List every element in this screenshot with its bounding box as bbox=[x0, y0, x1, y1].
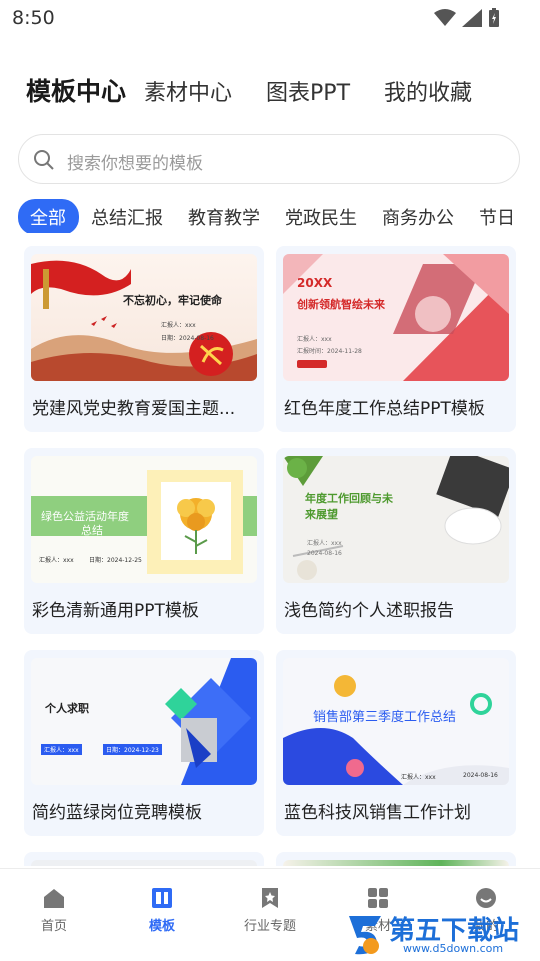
smile-icon bbox=[476, 888, 496, 908]
template-thumbnail bbox=[283, 860, 509, 866]
thumb-date: 日期：2024-08-16 bbox=[161, 335, 214, 342]
bottom-nav-label: 行业专题 bbox=[243, 919, 296, 934]
tab-chart-ppt[interactable]: 图表PPT bbox=[266, 75, 350, 107]
category-business[interactable]: 商务办公 bbox=[370, 199, 467, 233]
template-title: 蓝色科技风销售工作计划 bbox=[284, 803, 471, 823]
category-summary[interactable]: 总结汇报 bbox=[79, 199, 176, 233]
wifi-icon bbox=[434, 9, 456, 26]
template-card[interactable]: 销售部第三季度工作总结 汇报人：xxx 2024-08-16 蓝色科技风销售工作… bbox=[276, 650, 516, 836]
thumb-year: 20XX bbox=[297, 276, 333, 290]
tab-template-center[interactable]: 模板中心 bbox=[26, 72, 126, 108]
template-title: 简约蓝绿岗位竞聘模板 bbox=[32, 803, 202, 823]
template-thumbnail: 个人求职 汇报人：xxx 日期：2024-12-23 bbox=[31, 658, 257, 785]
template-title: 党建风党史教育爱国主题... bbox=[32, 399, 236, 419]
blue-green-geometric-illustration bbox=[165, 658, 257, 785]
template-title: 彩色清新通用PPT模板 bbox=[32, 601, 199, 621]
bottom-nav-template[interactable]: 模板 bbox=[122, 887, 202, 934]
template-thumbnail bbox=[31, 860, 257, 866]
search-icon bbox=[34, 150, 54, 170]
template-card[interactable]: 年度工作回顾与未 来展望 汇报人：xxx 2024-08-16 浅色简约个人述职… bbox=[276, 448, 516, 634]
signal-icon bbox=[462, 9, 482, 27]
status-icons bbox=[434, 8, 500, 28]
template-thumbnail: 绿色公益活动年度 总结 汇报人：xxx 日期：2024-12-25 bbox=[31, 456, 257, 583]
thumb-heading-line2: 总结 bbox=[81, 524, 103, 537]
template-card[interactable]: 个人求职 汇报人：xxx 日期：2024-12-23 简约蓝绿岗位竞聘模板 bbox=[24, 650, 264, 836]
template-thumbnail: 不忘初心，牢记使命 汇报人：xxx 日期：2024-08-16 bbox=[31, 254, 257, 381]
thumb-reporter: 汇报人：xxx bbox=[39, 557, 74, 564]
grid-icon bbox=[368, 888, 388, 908]
category-all[interactable]: 全部 bbox=[18, 199, 79, 233]
template-thumbnail: 销售部第三季度工作总结 汇报人：xxx 2024-08-16 bbox=[283, 658, 509, 785]
watermark-url: www.d5down.com bbox=[403, 942, 504, 955]
party-theme-illustration bbox=[31, 260, 257, 381]
category-festival[interactable]: 节日 bbox=[467, 199, 528, 233]
bottom-nav-label: 首页 bbox=[40, 919, 67, 934]
thumb-date: 2024-08-16 bbox=[463, 772, 498, 779]
thumb-heading: 不忘初心，牢记使命 bbox=[123, 294, 222, 307]
category-party-affairs[interactable]: 党政民生 bbox=[273, 199, 370, 233]
thumb-reporter: 汇报人：xxx bbox=[161, 322, 196, 329]
template-grid: 不忘初心，牢记使命 汇报人：xxx 日期：2024-08-16 党建风党史教育爱… bbox=[24, 246, 516, 866]
battery-icon bbox=[489, 8, 499, 27]
template-card[interactable]: 20XX 创新领航智绘未来 汇报人：xxx 汇报时间：2024-11-28 红色… bbox=[276, 246, 516, 432]
thumb-arrow-bar bbox=[297, 360, 327, 368]
search-input[interactable]: 搜索你想要的模板 bbox=[67, 149, 203, 174]
thumb-flower-image bbox=[161, 482, 231, 560]
thumb-date: 日期：2024-12-25 bbox=[89, 557, 142, 564]
template-title: 红色年度工作总结PPT模板 bbox=[284, 399, 485, 419]
bookmark-icon bbox=[262, 888, 278, 908]
watermark: 第五下载站 www.d5down.com bbox=[345, 908, 540, 960]
thumb-reporter: 汇报人：xxx bbox=[297, 336, 332, 343]
status-time: 8:50 bbox=[12, 7, 55, 29]
thumb-heading: 创新领航智绘未来 bbox=[297, 298, 385, 311]
thumb-heading-line2: 来展望 bbox=[305, 508, 338, 521]
bottom-nav-industry[interactable]: 行业专题 bbox=[230, 887, 310, 934]
thumb-date: 汇报时间：2024-11-28 bbox=[297, 348, 362, 355]
thumb-heading: 年度工作回顾与未 bbox=[305, 492, 393, 505]
watermark-logo-icon bbox=[349, 916, 381, 955]
thumb-reporter: 汇报人：xxx bbox=[307, 540, 342, 547]
template-title: 浅色简约个人述职报告 bbox=[284, 601, 454, 621]
tab-my-favorites[interactable]: 我的收藏 bbox=[384, 75, 472, 107]
category-bar: 全部 总结汇报 教育教学 党政民生 商务办公 节日 bbox=[18, 199, 540, 233]
thumb-date: 日期：2024-12-23 bbox=[103, 744, 162, 755]
template-icon bbox=[152, 888, 172, 908]
category-education[interactable]: 教育教学 bbox=[176, 199, 273, 233]
template-card-partial[interactable] bbox=[276, 852, 516, 866]
template-card[interactable]: 不忘初心，牢记使命 汇报人：xxx 日期：2024-08-16 党建风党史教育爱… bbox=[24, 246, 264, 432]
template-thumbnail: 20XX 创新领航智绘未来 汇报人：xxx 汇报时间：2024-11-28 bbox=[283, 254, 509, 381]
thumb-reporter: 汇报人：xxx bbox=[401, 774, 436, 781]
thumb-heading: 销售部第三季度工作总结 bbox=[313, 710, 457, 725]
status-bar: 8:50 bbox=[0, 0, 540, 36]
search-bar[interactable]: 搜索你想要的模板 bbox=[18, 134, 520, 184]
thumb-reporter: 汇报人：xxx bbox=[41, 744, 82, 755]
template-card-partial[interactable] bbox=[24, 852, 264, 866]
flower-icon bbox=[177, 498, 215, 554]
top-tabs: 模板中心 素材中心 图表PPT 我的收藏 bbox=[26, 72, 506, 108]
home-icon bbox=[44, 889, 64, 908]
bottom-nav-label: 模板 bbox=[148, 919, 175, 934]
template-card[interactable]: 绿色公益活动年度 总结 汇报人：xxx 日期：2024-12-25 彩色清新通用… bbox=[24, 448, 264, 634]
bottom-nav-home[interactable]: 首页 bbox=[14, 887, 94, 934]
thumb-date: 2024-08-16 bbox=[307, 550, 342, 557]
template-thumbnail: 年度工作回顾与未 来展望 汇报人：xxx 2024-08-16 bbox=[283, 456, 509, 583]
tab-material-center[interactable]: 素材中心 bbox=[144, 75, 232, 107]
thumb-heading: 个人求职 bbox=[45, 702, 89, 715]
